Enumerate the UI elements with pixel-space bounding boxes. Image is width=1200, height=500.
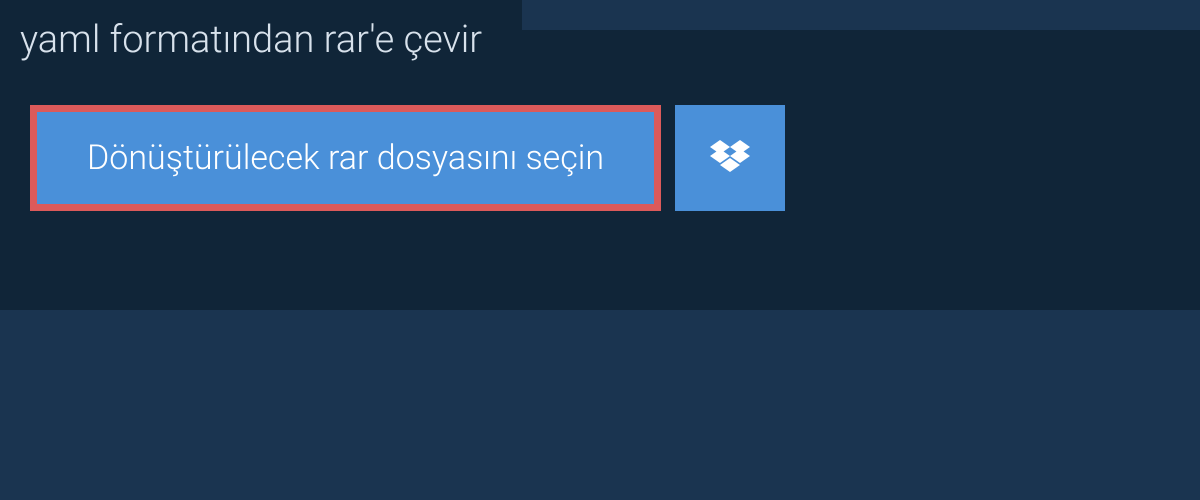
dropbox-button[interactable] [675, 105, 785, 211]
converter-panel: yaml formatından rar'e çevir Dönüştürüle… [0, 30, 1200, 310]
title-bar: yaml formatından rar'e çevir [0, 0, 522, 80]
select-file-button[interactable]: Dönüştürülecek rar dosyasını seçin [30, 105, 661, 211]
page-title: yaml formatından rar'e çevir [20, 18, 482, 62]
dropbox-icon [710, 140, 750, 176]
select-file-label: Dönüştürülecek rar dosyasını seçin [87, 138, 604, 178]
action-row: Dönüştürülecek rar dosyasını seçin [0, 80, 1200, 241]
